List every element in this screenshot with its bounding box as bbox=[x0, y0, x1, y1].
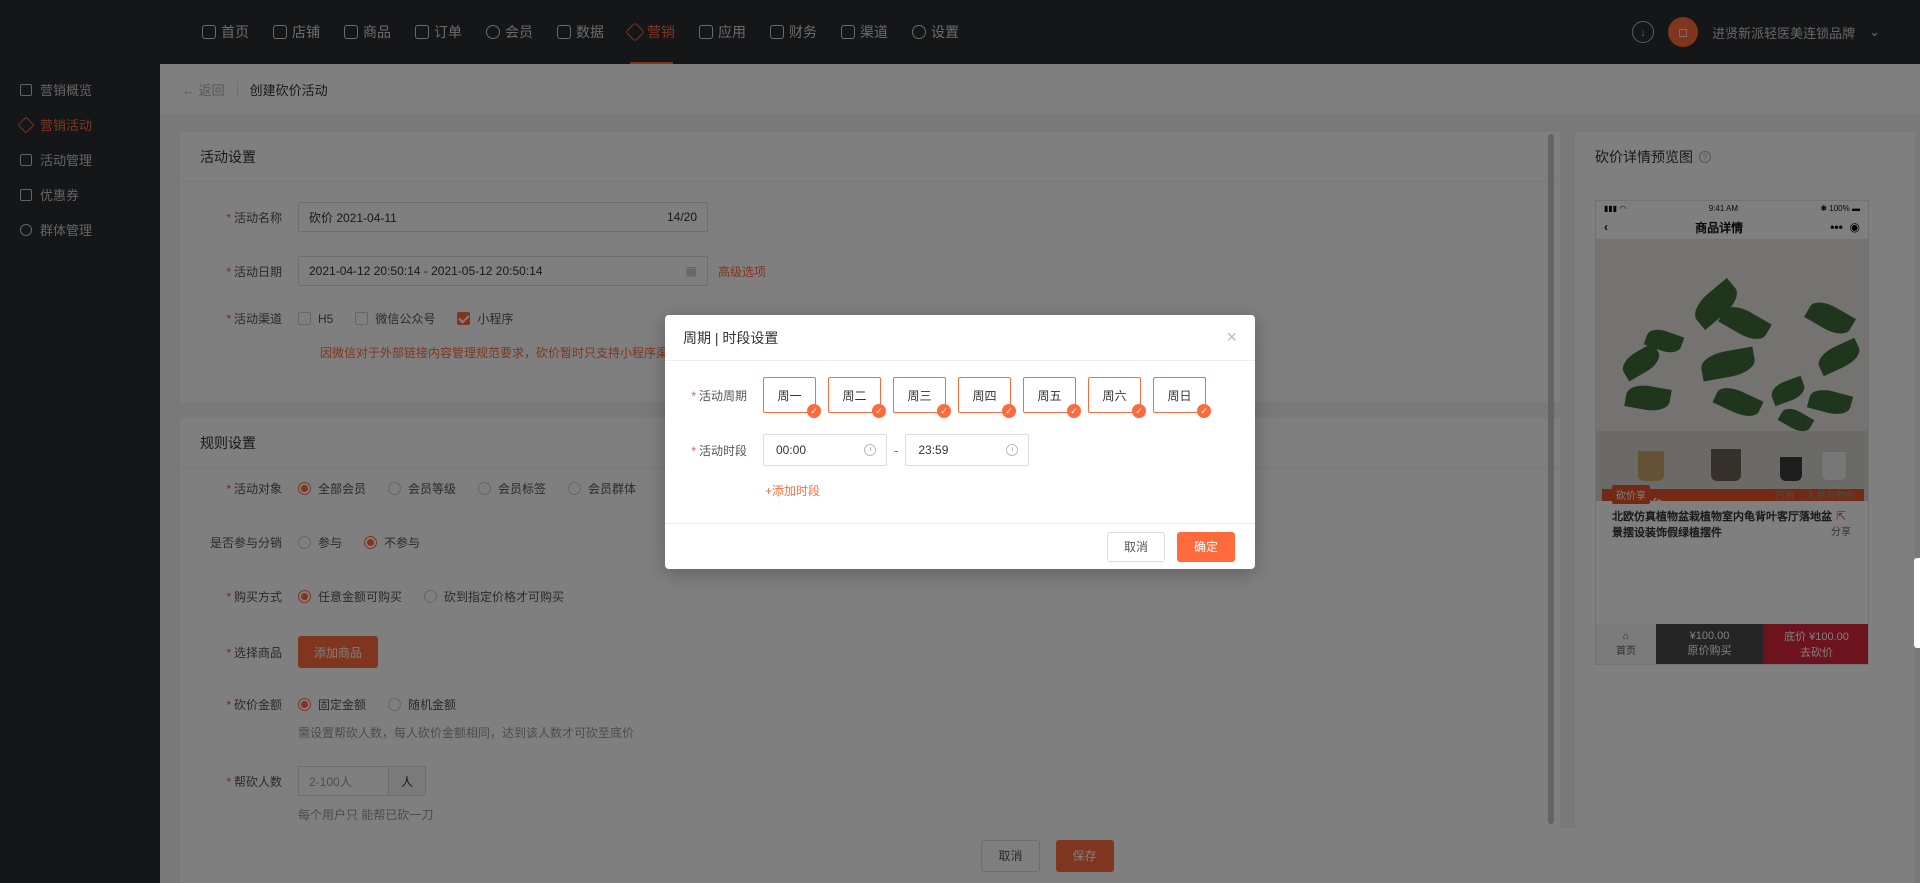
check-icon: ✓ bbox=[1002, 404, 1016, 418]
day-thu[interactable]: 周四 ✓ bbox=[958, 377, 1016, 418]
check-icon: ✓ bbox=[937, 404, 951, 418]
modal-confirm-button[interactable]: 确定 bbox=[1177, 531, 1235, 562]
range-separator: - bbox=[894, 442, 899, 458]
end-time-input[interactable]: 23:59 bbox=[905, 434, 1030, 466]
check-icon: ✓ bbox=[1132, 404, 1146, 418]
modal-footer: 取消 确定 bbox=[665, 523, 1255, 569]
day-sun[interactable]: 周日 ✓ bbox=[1153, 377, 1211, 418]
start-time-input[interactable]: 00:00 bbox=[763, 434, 887, 466]
day-fri[interactable]: 周五 ✓ bbox=[1023, 377, 1081, 418]
check-icon: ✓ bbox=[807, 404, 821, 418]
modal-title: 周期 | 时段设置 bbox=[683, 329, 779, 346]
day-tue[interactable]: 周二 ✓ bbox=[828, 377, 886, 418]
field-label: * 活动周期 bbox=[691, 388, 747, 403]
day-sat[interactable]: 周六 ✓ bbox=[1088, 377, 1146, 418]
check-icon: ✓ bbox=[1197, 404, 1211, 418]
modal-header: 周期 | 时段设置 × bbox=[665, 315, 1255, 361]
check-icon: ✓ bbox=[872, 404, 886, 418]
clock-icon bbox=[864, 444, 876, 456]
close-icon[interactable]: × bbox=[1226, 327, 1237, 348]
modal-cancel-button[interactable]: 取消 bbox=[1107, 531, 1165, 562]
field-label: * 活动时段 bbox=[691, 443, 747, 458]
row-time: * 活动时段 00:00 - 23:59 bbox=[665, 434, 1030, 466]
day-wed[interactable]: 周三 ✓ bbox=[893, 377, 951, 418]
period-modal: 周期 | 时段设置 × * 活动周期 周一 ✓ 周二 ✓ 周三 ✓ 周四 ✓ 周五 ✓ 周六… bbox=[665, 315, 1255, 569]
day-mon[interactable]: 周一 ✓ bbox=[763, 377, 821, 418]
add-period-link[interactable]: +添加时段 bbox=[765, 482, 820, 499]
clock-icon bbox=[1006, 444, 1019, 456]
edge-handle[interactable] bbox=[1914, 558, 1920, 648]
row-period: * 活动周期 周一 ✓ 周二 ✓ 周三 ✓ 周四 ✓ 周五 ✓ 周六 ✓ 周日 ✓ bbox=[665, 377, 1218, 418]
check-icon: ✓ bbox=[1067, 404, 1081, 418]
